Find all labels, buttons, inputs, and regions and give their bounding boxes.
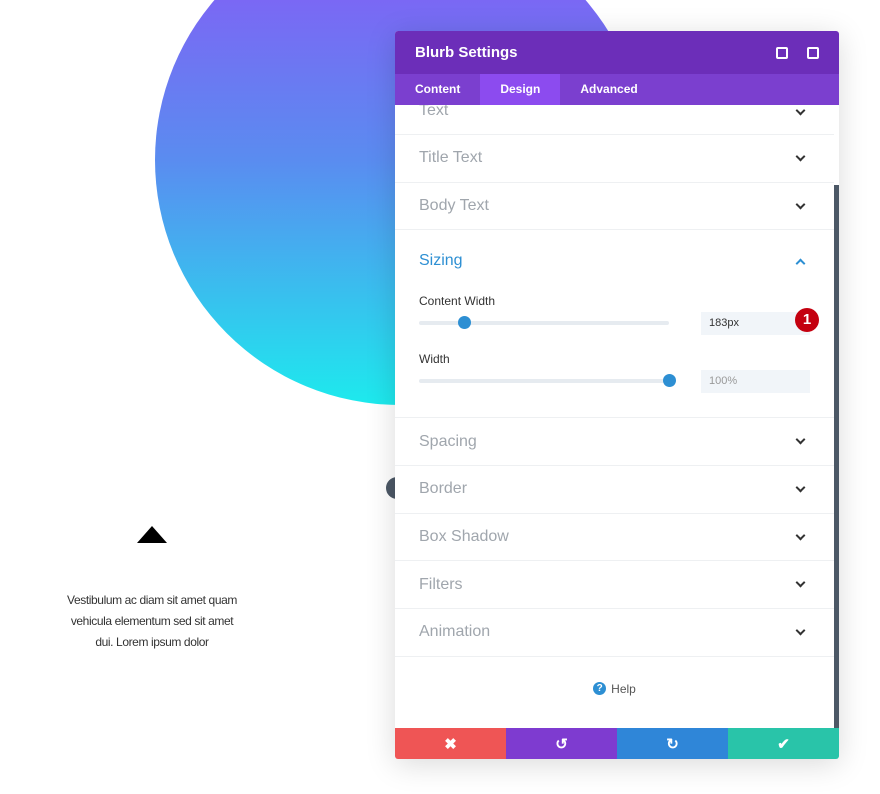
section-box-shadow[interactable]: Box Shadow: [395, 514, 834, 562]
panel-title: Blurb Settings: [415, 44, 518, 61]
slider-handle[interactable]: [663, 374, 676, 388]
section-title-text[interactable]: Title Text: [395, 135, 834, 183]
section-label: Box Shadow: [419, 528, 509, 546]
tab-advanced[interactable]: Advanced: [560, 74, 657, 105]
section-label: Title Text: [419, 149, 483, 167]
section-border[interactable]: Border: [395, 466, 834, 514]
chevron-down-icon: [795, 482, 806, 493]
undo-button[interactable]: ↺: [506, 728, 617, 759]
help-label: Help: [611, 681, 636, 696]
tab-bar: Content Design Advanced: [395, 74, 839, 105]
chevron-down-icon: [795, 151, 806, 162]
panel-footer: ✖ ↺ ↻ ✔: [395, 728, 839, 759]
section-label: Filters: [419, 575, 463, 593]
cancel-button[interactable]: ✖: [395, 728, 506, 759]
section-label: Spacing: [419, 432, 477, 450]
section-spacing[interactable]: Spacing: [395, 418, 834, 467]
help-link[interactable]: ? Help: [395, 657, 834, 721]
section-sizing: Sizing Content Width Width: [395, 230, 834, 419]
chevron-down-icon: [795, 577, 806, 588]
section-label: Border: [419, 480, 468, 498]
tab-content[interactable]: Content: [395, 74, 480, 105]
chevron-up-icon: [795, 258, 806, 269]
content-width-slider[interactable]: [419, 316, 669, 330]
section-body-text[interactable]: Body Text: [395, 183, 834, 231]
section-text[interactable]: Text: [395, 105, 834, 135]
section-label: Animation: [419, 623, 491, 641]
sizing-header[interactable]: Sizing: [419, 230, 810, 292]
width-label: Width: [419, 352, 450, 367]
section-animation[interactable]: Animation: [395, 609, 834, 657]
redo-button[interactable]: ↻: [617, 728, 728, 759]
chevron-down-icon: [795, 105, 806, 116]
chevron-down-icon: [795, 434, 806, 445]
caret-up-icon: [137, 526, 167, 543]
panel-header: Blurb Settings: [395, 31, 839, 74]
slider-handle[interactable]: [458, 316, 471, 330]
annotation-badge: 1: [795, 308, 819, 332]
section-label: Body Text: [419, 197, 489, 215]
scrollbar[interactable]: [834, 185, 839, 728]
question-icon: ?: [593, 682, 607, 696]
section-label: Sizing: [419, 252, 463, 270]
chevron-down-icon: [795, 530, 806, 541]
save-button[interactable]: ✔: [728, 728, 839, 759]
panel-body: Text Title Text Body Text Sizing Content…: [395, 105, 839, 728]
sidebar-layout-icon[interactable]: [807, 46, 819, 59]
width-slider[interactable]: [419, 374, 676, 388]
content-width-label: Content Width: [419, 294, 496, 309]
chevron-down-icon: [795, 625, 806, 636]
section-filters[interactable]: Filters: [395, 561, 834, 610]
section-label: Text: [419, 105, 449, 119]
blurb-body-text: Vestibulum ac diam sit amet quam vehicul…: [67, 593, 237, 649]
settings-panel: Blurb Settings Content Design Advanced T…: [395, 31, 839, 759]
chevron-down-icon: [795, 199, 806, 209]
tab-design[interactable]: Design: [480, 74, 561, 105]
fullscreen-icon[interactable]: [776, 46, 788, 59]
width-input[interactable]: [701, 369, 810, 393]
content-width-input[interactable]: [701, 311, 810, 335]
